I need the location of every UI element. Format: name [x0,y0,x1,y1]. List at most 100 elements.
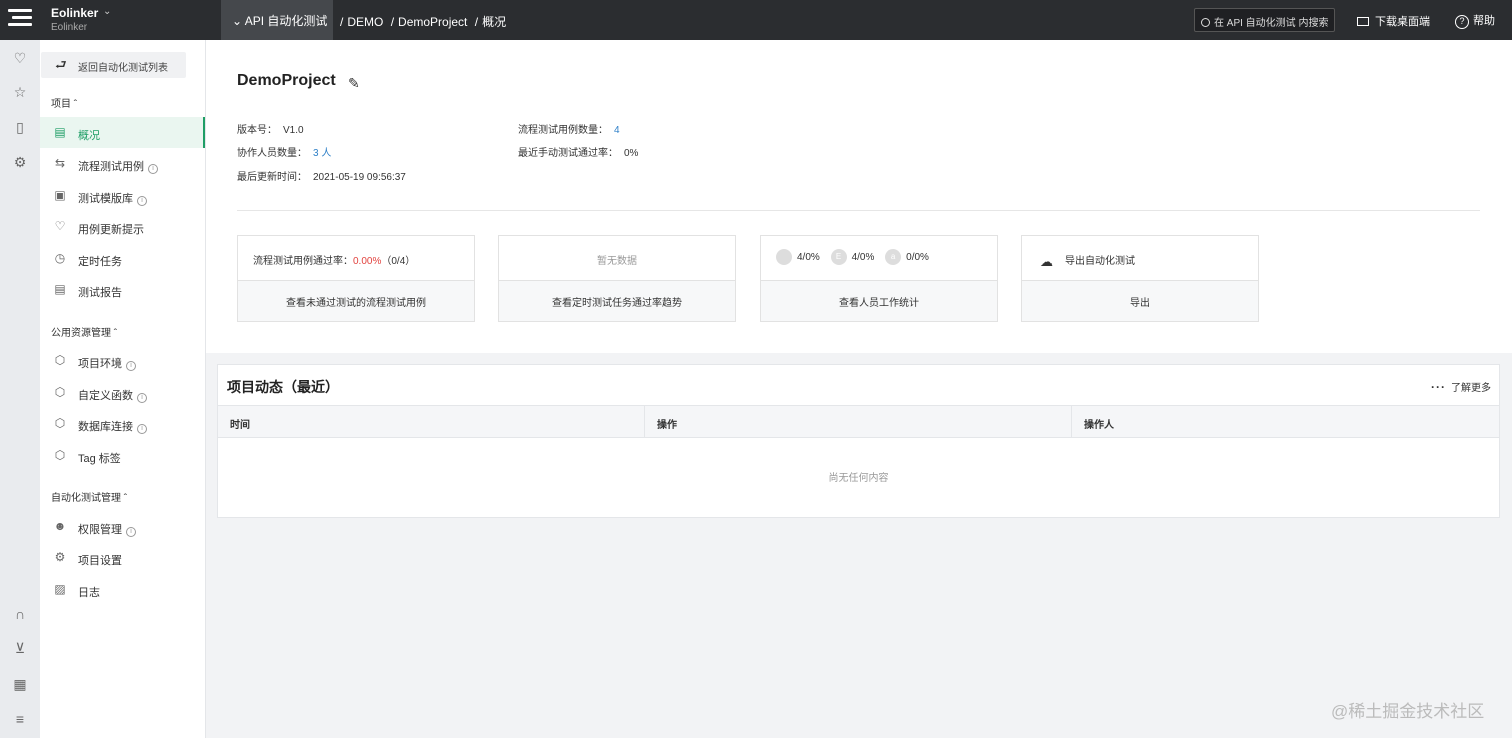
sidebar-item-project-env[interactable]: ⬡ 项目环境 i [40,345,205,376]
monitor-icon [1357,17,1369,26]
meta-flow-count: 流程测试用例数量： 4 [518,125,620,136]
group-title-project[interactable]: 项目 ˆ [51,95,77,110]
shirt-icon[interactable]: ▯ [12,119,28,135]
gear-icon[interactable]: ⚙ [12,154,28,170]
empty-state: 尚无任何内容 [828,473,889,484]
sidebar-item-logs[interactable]: ▨ 日志 [40,574,205,605]
sidebar-item-label: 权限管理 [78,524,122,536]
back-to-list-button[interactable]: ⮐ 返回自动化测试列表 [41,52,186,78]
card-top: ☁ 导出自动化测试 [1022,236,1258,281]
sidebar-item-label: 项目设置 [78,555,122,567]
breadcrumb-item[interactable]: DEMO [347,15,383,29]
overview-icon: ▤ [54,125,66,139]
star-icon[interactable]: ☆ [12,84,28,100]
brand-subtitle: Eolinker [51,22,88,33]
collaborators-link[interactable]: 3 人 [313,148,331,159]
top-bar: Eolinker ⌄ Eolinker ⌄ API 自动化测试 / DEMO / D… [0,0,1512,40]
sidebar-item-flow-cases[interactable]: ⇆ 流程测试用例 i [40,148,205,179]
report-icon: ▤ [54,282,66,296]
avatar: E [830,249,847,265]
sidebar-item-project-settings[interactable]: ⚙ 项目设置 [40,542,205,573]
view-member-stats-button[interactable]: 查看人员工作统计 [761,281,997,321]
sidebar-item-permissions[interactable]: ☻ 权限管理 i [40,511,205,542]
member-stat-value: 4/0% [797,251,820,263]
learn-more-link[interactable]: ··· 了解更多 [1431,379,1491,394]
group-title-shared-resources[interactable]: 公用资源管理 ˆ [51,324,117,339]
avatar [776,249,792,265]
sidebar-item-custom-functions[interactable]: ⬡ 自定义函数 i [40,377,205,408]
card-flow-pass-rate: 流程测试用例通过率：0.00%（0/4） 查看未通过测试的流程测试用例 [237,235,475,322]
sidebar-item-template-library[interactable]: ▣ 测试模版库 i [40,180,205,211]
template-icon: ▣ [54,188,66,202]
info-icon[interactable]: i [137,393,147,403]
info-icon[interactable]: i [126,361,136,371]
flow-case-icon: ⇆ [54,156,66,170]
left-rail: ♡ ☆ ▯ ⚙ ∩ ⊻ ▦ ≡ [0,40,40,738]
column-header-time: 时间 [218,406,645,437]
page-title: DemoProject [237,72,336,89]
sidebar-item-db-connection[interactable]: ⬡ 数据库连接 i [40,408,205,439]
headset-icon[interactable]: ∩ [12,606,28,622]
search-input[interactable]: 在 API 自动化测试 内搜索 [1194,8,1335,32]
project-activity-panel: 项目动态（最近） ··· 了解更多 时间 操作 操作人 尚无任何内容 [217,364,1500,518]
group-title-autotest-management[interactable]: 自动化测试管理 ˆ [51,489,127,504]
module-tab-api-autotest[interactable]: ⌄ API 自动化测试 [221,0,333,40]
edit-pencil-icon[interactable]: ✎ [348,75,360,92]
more-dots-icon: ··· [1431,380,1446,394]
sidebar-item-case-update[interactable]: ♡ 用例更新提示 [40,211,205,242]
breadcrumb-item: 概况 [482,15,507,29]
back-label: 返回自动化测试列表 [78,63,168,74]
sidebar-item-tags[interactable]: ⬡ Tag 标签 [40,440,205,471]
sidebar-item-label: 定时任务 [78,256,122,268]
view-failed-cases-button[interactable]: 查看未通过测试的流程测试用例 [238,281,474,321]
sidebar-item-label: 自定义函数 [78,390,133,402]
brand-switcher[interactable]: Eolinker ⌄ Eolinker [0,0,220,40]
question-icon: ? [1455,15,1469,29]
help-button[interactable]: ? 帮助 [1455,12,1495,29]
section-title: 项目动态（最近） [227,379,339,395]
card-export: ☁ 导出自动化测试 导出 [1021,235,1259,322]
info-icon[interactable]: i [126,527,136,537]
flow-count-link[interactable]: 4 [614,125,620,136]
member-stat-value: 0/0% [906,251,929,263]
info-icon[interactable]: i [148,164,158,174]
sidebar-item-label: 项目环境 [78,358,122,370]
sidebar: ⮐ 返回自动化测试列表 项目 ˆ ▤ 概况 ⇆ 流程测试用例 i ▣ 测试模版库 i ♡ 用… [40,40,206,738]
no-data-text: 暂无数据 [499,236,735,281]
breadcrumb: / DEMO / DemoProject / 概况 [340,15,507,29]
clipboard-icon: ▨ [54,582,66,596]
cube-icon: ⬡ [54,385,66,399]
export-button[interactable]: 导出 [1022,281,1258,321]
download-desktop-button[interactable]: 下载桌面端 [1357,13,1430,29]
view-trend-button[interactable]: 查看定时测试任务通过率趋势 [499,281,735,321]
avatar: a [885,249,902,265]
pass-rate-value: 0.00% [353,256,382,267]
member-stat-value: 4/0% [851,251,875,263]
gear-icon: ⚙ [54,550,66,564]
card-member-stats: 4/0% E 4/0% a 0/0% 查看人员工作统计 [760,235,998,322]
meta-manual-pass: 最近手动测试通过率： 0% [518,148,639,159]
clock-icon: ◷ [54,251,66,265]
sidebar-item-label: 测试模版库 [78,193,133,205]
keyboard-icon[interactable]: ▦ [12,676,28,692]
search-placeholder: 在 API 自动化测试 内搜索 [1214,18,1329,29]
collapse-icon[interactable]: ⊻ [12,640,28,656]
sidebar-item-label: 数据库连接 [78,421,133,433]
chevron-down-icon: ⌄ [232,14,243,28]
back-arrow-icon: ⮐ [55,57,67,72]
info-icon[interactable]: i [137,196,147,206]
help-label: 帮助 [1473,15,1495,27]
menu-icon[interactable]: ≡ [12,711,28,727]
chevron-down-icon: ⌄ [103,6,112,17]
sidebar-item-scheduled-tasks[interactable]: ◷ 定时任务 [40,243,205,274]
info-icon[interactable]: i [137,424,147,434]
bell-icon[interactable]: ♡ [12,50,28,66]
sidebar-item-label: 概况 [78,130,100,142]
column-header-operator: 操作人 [1084,420,1114,431]
card-top: 流程测试用例通过率：0.00%（0/4） [238,236,474,281]
sidebar-item-overview[interactable]: ▤ 概况 [40,117,205,148]
sidebar-item-test-report[interactable]: ▤ 测试报告 [40,274,205,305]
sidebar-item-label: 测试报告 [78,287,122,299]
search-icon [1201,18,1210,27]
breadcrumb-item[interactable]: DemoProject [398,15,467,29]
